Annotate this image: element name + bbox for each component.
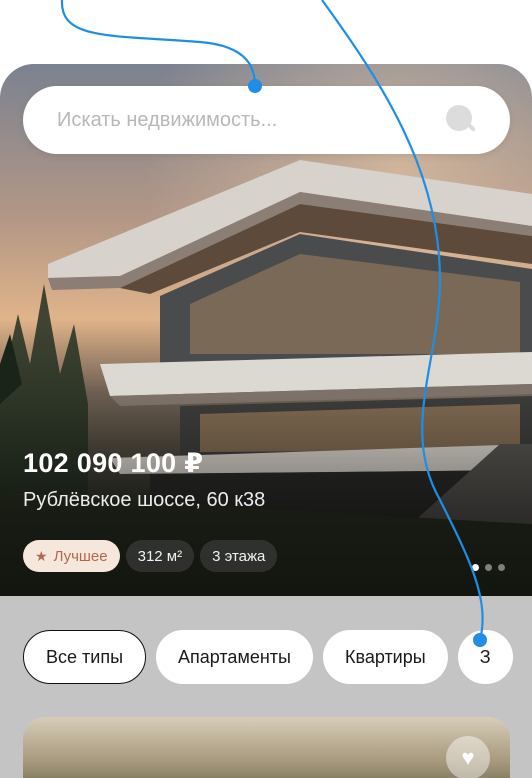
search-icon[interactable] [446, 105, 476, 135]
carousel-indicator[interactable] [472, 564, 505, 571]
filter-flats[interactable]: Квартиры [322, 630, 448, 684]
property-address: Рублёвское шоссе, 60 к38 [23, 489, 266, 511]
property-price: 102 090 100 ₽ [23, 448, 204, 478]
filter-more[interactable]: З [457, 630, 513, 684]
tag-best-label: Лучшее [53, 547, 108, 565]
heart-icon: ♥ [461, 745, 475, 770]
tag-area-label: 312 м² [137, 547, 183, 565]
filter-all-types[interactable]: Все типы [23, 630, 147, 684]
search-bar[interactable]: Искать недвижимость... [23, 86, 510, 154]
filter-apartments[interactable]: Апартаменты [156, 630, 313, 684]
carousel-dot[interactable] [472, 564, 479, 571]
search-input[interactable]: Искать недвижимость... [57, 109, 446, 132]
category-filters: Все типы Апартаменты Квартиры З [23, 630, 513, 684]
property-tags: ★ Лучшее 312 м² 3 этажа [23, 540, 278, 572]
tag-floors-label: 3 этажа [212, 547, 266, 565]
star-icon: ★ [35, 547, 48, 564]
carousel-dot[interactable] [485, 564, 492, 571]
favorite-button[interactable]: ♥ [446, 736, 490, 778]
property-card-preview[interactable] [23, 717, 510, 778]
tag-area: 312 м² [125, 540, 195, 572]
tag-best: ★ Лучшее [23, 540, 120, 572]
tag-floors: 3 этажа [200, 540, 278, 572]
carousel-dot[interactable] [498, 564, 505, 571]
